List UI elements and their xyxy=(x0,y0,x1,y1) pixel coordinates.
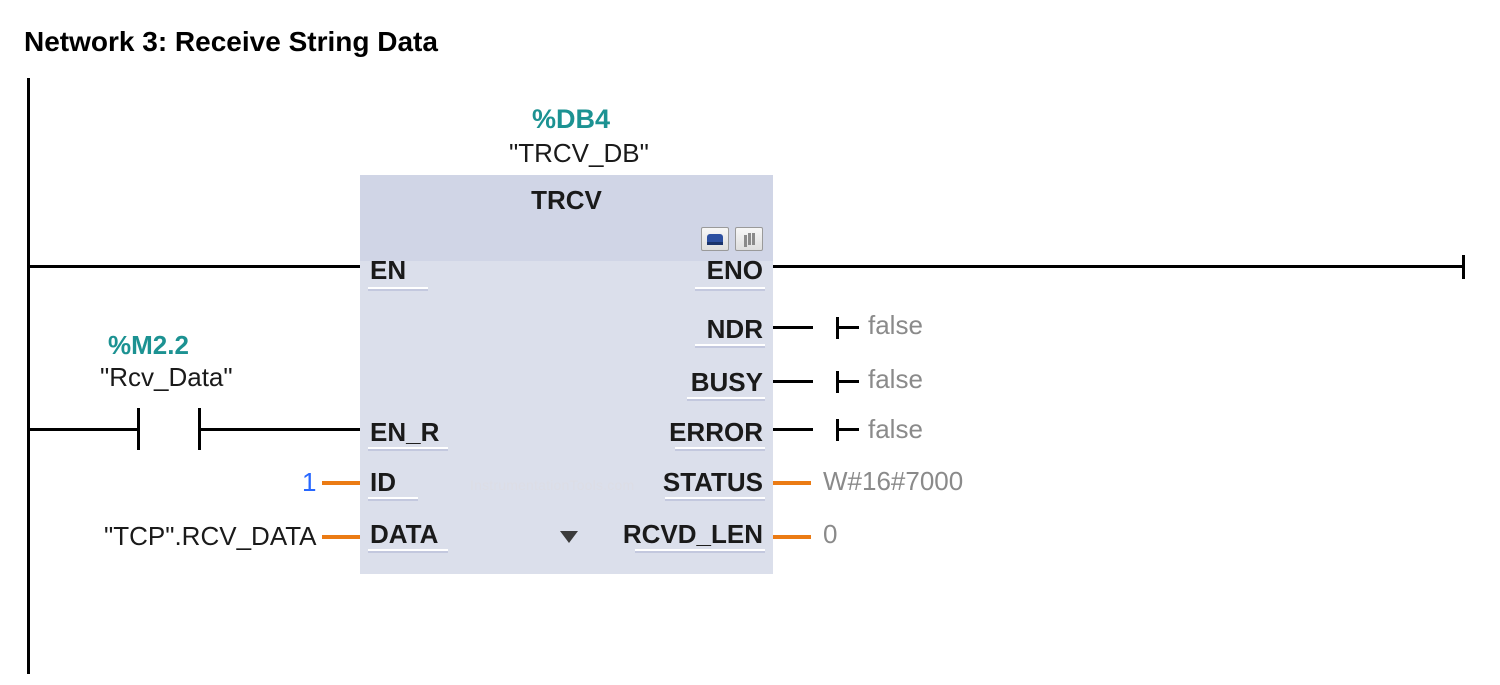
contact-left xyxy=(137,408,140,450)
port-ndr: NDR xyxy=(707,314,763,345)
stub-status xyxy=(773,481,811,485)
port-en-r: EN_R xyxy=(370,417,439,448)
conn-id xyxy=(322,481,360,485)
ladder-canvas: Network 3: Receive String Data %M2.2 "Rc… xyxy=(0,0,1500,685)
power-rail-left xyxy=(27,78,30,674)
rung-en-r-right xyxy=(198,428,360,431)
stub-ndr xyxy=(773,326,813,329)
db-name: "TRCV_DB" xyxy=(509,138,649,169)
port-rcvd-len: RCVD_LEN xyxy=(623,519,763,550)
value-ndr: false xyxy=(868,310,923,341)
options-icon[interactable] xyxy=(735,227,763,251)
port-data: DATA xyxy=(370,519,438,550)
stub-error xyxy=(773,428,813,431)
fb-name: TRCV xyxy=(360,185,773,216)
value-busy: false xyxy=(868,364,923,395)
port-busy: BUSY xyxy=(691,367,763,398)
port-eno: ENO xyxy=(707,255,763,286)
stub-rcvd-len xyxy=(773,535,811,539)
port-id: ID xyxy=(370,467,396,498)
value-rcvd-len: 0 xyxy=(823,519,837,550)
expand-icon[interactable] xyxy=(560,531,578,543)
conn-data xyxy=(322,535,360,539)
rung-eno xyxy=(773,265,1465,268)
value-status: W#16#7000 xyxy=(823,466,963,497)
value-data[interactable]: "TCP".RCV_DATA xyxy=(104,521,317,552)
contact-address: %M2.2 xyxy=(108,330,189,361)
eno-end xyxy=(1462,255,1465,279)
rung-en xyxy=(27,265,360,268)
fb-toolbar xyxy=(701,227,763,251)
value-id[interactable]: 1 xyxy=(302,467,316,498)
stub-busy xyxy=(773,380,813,383)
port-en: EN xyxy=(370,255,406,286)
contact-right xyxy=(198,408,201,450)
contact-name: "Rcv_Data" xyxy=(100,362,233,393)
fb-trcv[interactable]: TRCV EN EN_R ID DATA ENO NDR BUSY ERROR … xyxy=(360,175,773,574)
watermark: InstrumentationTools.com xyxy=(470,477,634,493)
rung-en-r-left xyxy=(27,428,137,431)
instance-icon[interactable] xyxy=(701,227,729,251)
db-symbol: %DB4 xyxy=(532,104,610,135)
port-error: ERROR xyxy=(669,417,763,448)
network-title: Network 3: Receive String Data xyxy=(24,26,438,58)
port-status: STATUS xyxy=(663,467,763,498)
value-error: false xyxy=(868,414,923,445)
